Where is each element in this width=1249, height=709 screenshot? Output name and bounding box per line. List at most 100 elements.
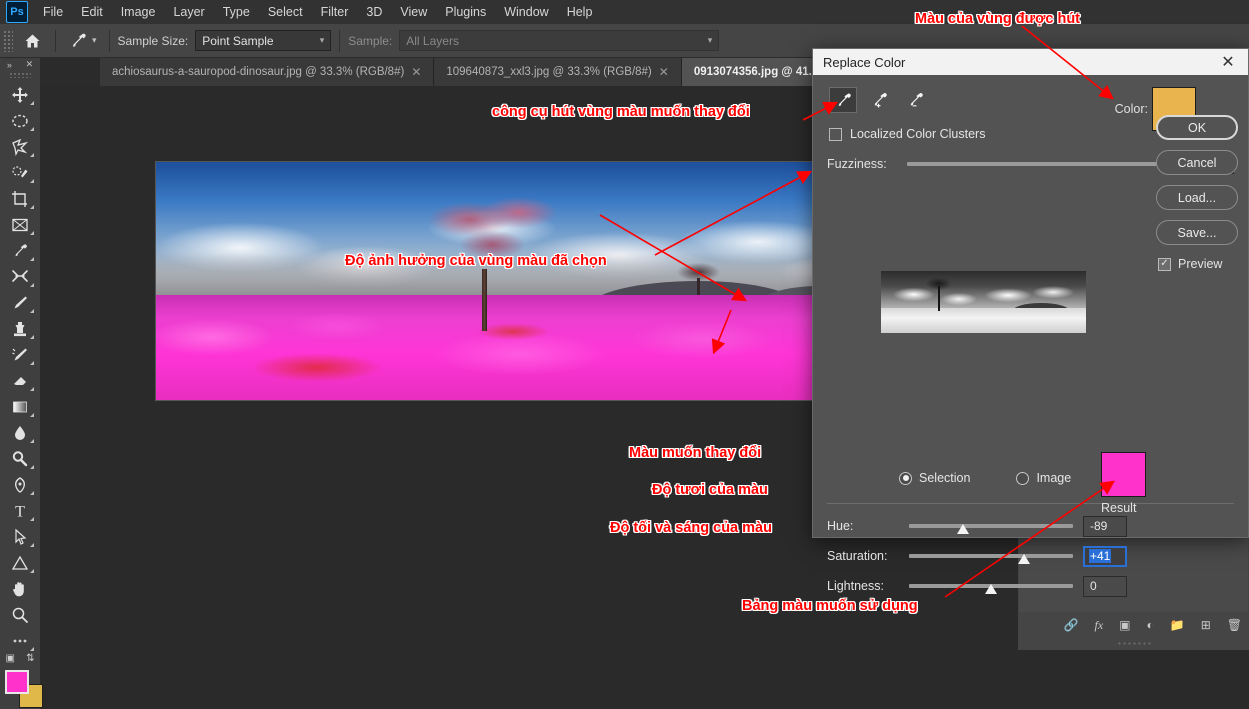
tool-preset-picker[interactable]: ▾ xyxy=(64,29,101,53)
dialog-title-bar[interactable]: Replace Color ✕ xyxy=(813,49,1248,75)
home-icon[interactable] xyxy=(17,28,47,54)
menu-plugins[interactable]: Plugins xyxy=(436,2,495,22)
crop-tool[interactable] xyxy=(3,186,37,212)
lightness-value-input[interactable]: 0 xyxy=(1083,576,1127,597)
eraser-tool[interactable] xyxy=(3,368,37,394)
document-image[interactable] xyxy=(155,161,857,401)
load-button[interactable]: Load... xyxy=(1156,185,1238,210)
menu-help[interactable]: Help xyxy=(558,2,602,22)
eyedropper-tool[interactable] xyxy=(3,238,37,264)
saturation-slider[interactable] xyxy=(909,547,1073,565)
radio-selection[interactable]: Selection xyxy=(899,471,970,485)
close-icon[interactable]: ✕ xyxy=(1208,49,1248,75)
saturation-row: Saturation: +41 xyxy=(827,541,1127,571)
anno-fuzziness: Độ ảnh hưởng của vùng màu đã chọn xyxy=(345,253,607,269)
radio-image-dot xyxy=(1016,472,1029,485)
fuzziness-slider-track xyxy=(907,162,1180,166)
blur-tool[interactable] xyxy=(3,420,37,446)
new-layer-icon[interactable]: ⊞ xyxy=(1201,618,1211,632)
foreground-color-swatch[interactable] xyxy=(5,670,29,694)
close-icon[interactable]: ✕ xyxy=(26,59,34,70)
swap-colors-icon[interactable]: ⇅ xyxy=(26,653,34,664)
new-group-icon[interactable]: 📁 xyxy=(1170,618,1185,632)
menu-edit[interactable]: Edit xyxy=(72,2,112,22)
layers-panel-footer: 🔗 fx ▣ ◐ 📁 ⊞ 🗑 xyxy=(1019,612,1248,638)
hue-label: Hue: xyxy=(827,519,899,533)
menu-image[interactable]: Image xyxy=(112,2,165,22)
svg-text:T: T xyxy=(15,503,25,520)
layer-mask-icon[interactable]: ▣ xyxy=(1119,618,1130,632)
path-selection-tool[interactable] xyxy=(3,524,37,550)
eyedropper-subtract-icon[interactable] xyxy=(901,87,929,113)
cancel-button[interactable]: Cancel xyxy=(1156,150,1238,175)
radio-image[interactable]: Image xyxy=(1016,471,1071,485)
brush-tool[interactable] xyxy=(3,290,37,316)
healing-brush-tool[interactable] xyxy=(3,264,37,290)
preview-field xyxy=(881,308,1086,333)
sample-select[interactable]: All Layers ▾ xyxy=(399,30,719,51)
link-icon[interactable]: 🔗 xyxy=(1064,618,1079,632)
fx-icon[interactable]: fx xyxy=(1094,618,1103,633)
options-bar-grip[interactable] xyxy=(3,30,13,52)
eyedropper-icon[interactable] xyxy=(829,87,857,113)
saturation-slider-thumb[interactable] xyxy=(1018,554,1030,564)
adjustment-layer-icon[interactable]: ◐ xyxy=(1147,618,1154,632)
eyedropper-add-icon[interactable] xyxy=(865,87,893,113)
close-icon[interactable]: ✕ xyxy=(411,65,421,79)
anno-hue: Màu muốn thay đổi xyxy=(629,445,761,461)
sample-label: Sample: xyxy=(348,34,392,48)
preview-checkbox-row[interactable]: ✓ Preview xyxy=(1156,257,1238,271)
hand-tool[interactable] xyxy=(3,576,37,602)
type-tool[interactable]: T xyxy=(3,498,37,524)
hue-value: -89 xyxy=(1090,519,1107,533)
menu-filter[interactable]: Filter xyxy=(312,2,358,22)
selection-preview-thumbnail[interactable] xyxy=(881,271,1086,333)
collapse-chevrons-icon[interactable]: » xyxy=(7,60,12,70)
pen-tool[interactable] xyxy=(3,472,37,498)
menu-file[interactable]: File xyxy=(34,2,72,22)
delete-layer-icon[interactable]: 🗑 xyxy=(1227,618,1242,632)
gradient-tool[interactable] xyxy=(3,394,37,420)
close-icon[interactable]: ✕ xyxy=(659,65,669,79)
document-tab-1[interactable]: achiosaurus-a-sauropod-dinosaur.jpg @ 33… xyxy=(100,58,434,86)
clone-stamp-tool[interactable] xyxy=(3,316,37,342)
shape-tool[interactable] xyxy=(3,550,37,576)
hue-value-input[interactable]: -89 xyxy=(1083,516,1127,537)
default-colors-icon[interactable]: ▣ xyxy=(6,653,15,664)
saturation-value-input[interactable]: +41 xyxy=(1083,546,1127,567)
eyedropper-icon xyxy=(68,31,88,51)
hue-slider[interactable] xyxy=(909,517,1073,535)
ok-button[interactable]: OK xyxy=(1156,115,1238,140)
document-tab-1-label: achiosaurus-a-sauropod-dinosaur.jpg @ 33… xyxy=(112,66,404,78)
hue-slider-thumb[interactable] xyxy=(957,524,969,534)
localized-color-clusters-row[interactable]: Localized Color Clusters xyxy=(829,127,985,141)
move-tool[interactable] xyxy=(3,82,37,108)
history-brush-tool[interactable] xyxy=(3,342,37,368)
menu-3d[interactable]: 3D xyxy=(357,2,391,22)
result-color-swatch[interactable] xyxy=(1101,452,1146,497)
lasso-tool[interactable] xyxy=(3,134,37,160)
menu-view[interactable]: View xyxy=(391,2,436,22)
sample-size-select[interactable]: Point Sample ▾ xyxy=(195,30,331,51)
menu-select[interactable]: Select xyxy=(259,2,312,22)
save-button[interactable]: Save... xyxy=(1156,220,1238,245)
more-tools[interactable] xyxy=(3,628,37,654)
menu-window[interactable]: Window xyxy=(495,2,557,22)
zoom-tool[interactable] xyxy=(3,602,37,628)
elliptical-marquee-tool[interactable] xyxy=(3,108,37,134)
localized-color-clusters-checkbox[interactable] xyxy=(829,128,842,141)
preview-checkbox[interactable]: ✓ xyxy=(1158,258,1171,271)
dodge-tool[interactable] xyxy=(3,446,37,472)
tools-panel-grip[interactable] xyxy=(9,72,31,78)
dialog-buttons: OK Cancel Load... Save... ✓ Preview xyxy=(1156,115,1238,271)
lightness-slider-thumb[interactable] xyxy=(985,584,997,594)
lightness-slider[interactable] xyxy=(909,577,1073,595)
menu-layer[interactable]: Layer xyxy=(164,2,213,22)
document-tab-2[interactable]: 109640873_xxl3.jpg @ 33.3% (RGB/8#) ✕ xyxy=(434,58,681,86)
layers-panel-grip[interactable] xyxy=(1018,638,1249,650)
menu-type[interactable]: Type xyxy=(214,2,259,22)
quick-selection-tool[interactable] xyxy=(3,160,37,186)
frame-tool[interactable] xyxy=(3,212,37,238)
fuzziness-slider[interactable] xyxy=(907,155,1180,173)
color-label: Color: xyxy=(1115,102,1148,116)
